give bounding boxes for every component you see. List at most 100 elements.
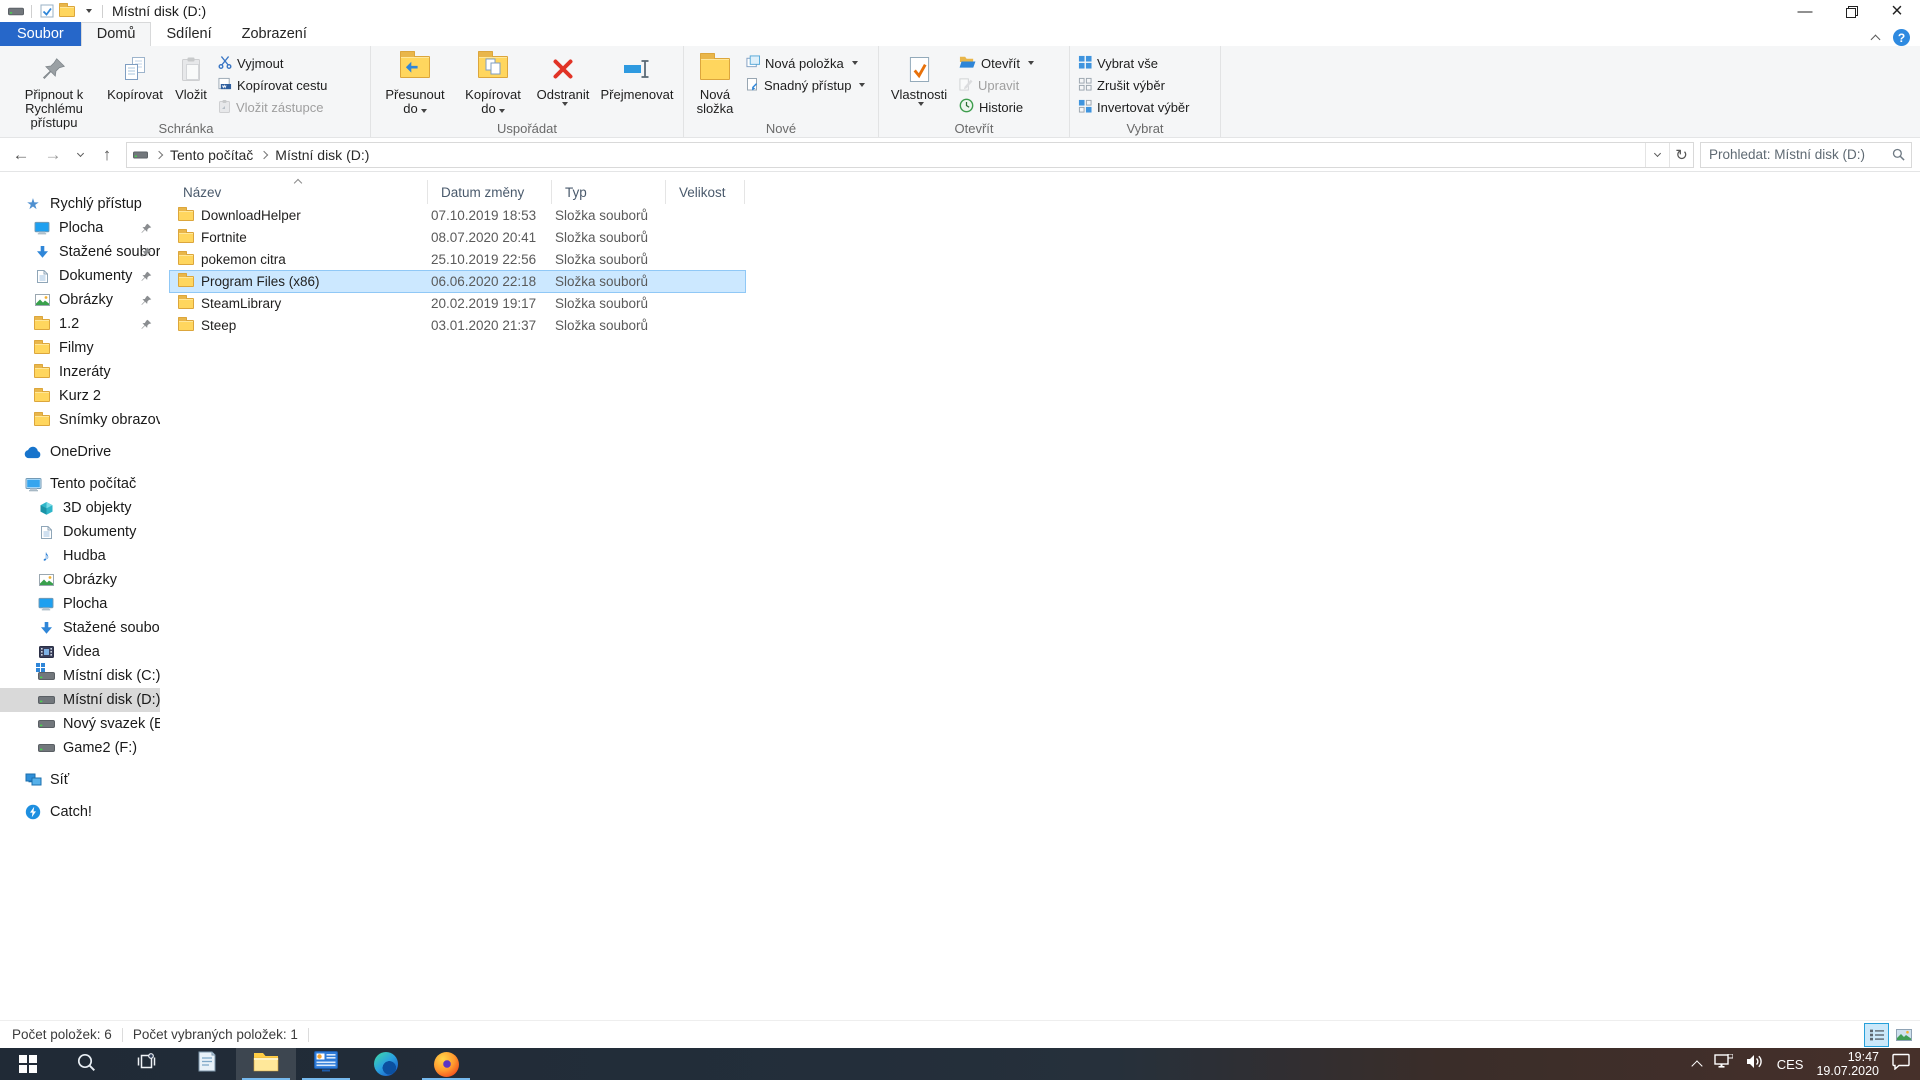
column-header-size[interactable]: Velikost xyxy=(666,180,745,204)
sidebar-item-pc-plocha[interactable]: Plocha xyxy=(0,592,160,616)
sidebar-item-videa[interactable]: Videa xyxy=(0,640,160,664)
copy-button[interactable]: Kopírovat xyxy=(102,48,168,118)
tray-overflow-icon[interactable] xyxy=(1691,1060,1702,1071)
invert-selection-button[interactable]: Invertovat výběr xyxy=(1074,96,1216,118)
sidebar-section-onedrive[interactable]: OneDrive xyxy=(0,440,160,464)
help-icon[interactable]: ? xyxy=(1893,29,1910,46)
task-view-button[interactable] xyxy=(116,1048,176,1080)
search-icon[interactable] xyxy=(1892,148,1905,161)
paste-shortcut-button[interactable]: Vložit zástupce xyxy=(214,96,366,118)
file-row-downloadhelper[interactable]: DownloadHelper 07.10.2019 18:53 Složka s… xyxy=(170,205,745,226)
sidebar-item-pc-stazene[interactable]: Stažené soubory xyxy=(0,616,160,640)
sidebar-item-stazene-soubory[interactable]: Stažené soubory xyxy=(0,240,160,264)
edit-button[interactable]: Upravit xyxy=(955,74,1065,96)
select-all-button[interactable]: Vybrat vše xyxy=(1074,52,1216,74)
history-button[interactable]: Historie xyxy=(955,96,1065,118)
refresh-button[interactable]: ↻ xyxy=(1669,143,1693,167)
move-to-button[interactable]: Přesunout do xyxy=(375,48,455,118)
sidebar-section-catch[interactable]: Catch! xyxy=(0,800,160,824)
pin-icon xyxy=(141,222,152,238)
address-dropdown-button[interactable] xyxy=(1645,143,1669,167)
sidebar-item-1-2[interactable]: 1.2 xyxy=(0,312,160,336)
tab-home[interactable]: Domů xyxy=(81,22,152,46)
firefox-browser-button[interactable] xyxy=(416,1048,476,1080)
column-header-modified[interactable]: Datum změny xyxy=(428,180,552,204)
minimize-ribbon-icon[interactable] xyxy=(1871,34,1881,44)
sidebar-item-disk-c[interactable]: Místní disk (C:) xyxy=(0,664,160,688)
sidebar-item-pc-obrazky[interactable]: Obrázky xyxy=(0,568,160,592)
network-tray-icon[interactable] xyxy=(1714,1054,1733,1074)
start-button[interactable] xyxy=(0,1048,56,1080)
language-indicator[interactable]: CES xyxy=(1777,1057,1804,1072)
cut-button[interactable]: Vyjmout xyxy=(214,52,366,74)
column-header-name[interactable]: Název xyxy=(170,180,428,204)
minimize-button[interactable]: — xyxy=(1782,0,1828,22)
forward-button[interactable]: → xyxy=(40,142,66,168)
breadcrumb-local-disk-d[interactable]: Místní disk (D:) xyxy=(275,147,369,163)
sidebar-item-3d-objekty[interactable]: 3D objekty xyxy=(0,496,160,520)
sidebar-item-hudba[interactable]: ♪ Hudba xyxy=(0,544,160,568)
tab-file[interactable]: Soubor xyxy=(0,22,81,46)
open-button[interactable]: Otevřít xyxy=(955,52,1065,74)
column-header-type[interactable]: Typ xyxy=(552,180,666,204)
new-item-button[interactable]: Nová položka xyxy=(742,52,874,74)
sidebar-section-this-pc[interactable]: Tento počítač xyxy=(0,472,160,496)
properties-button[interactable]: Vlastnosti xyxy=(883,48,955,118)
up-button[interactable]: ↑ xyxy=(94,142,120,168)
details-view-button[interactable] xyxy=(1864,1023,1889,1047)
easy-access-button[interactable]: Snadný přístup xyxy=(742,74,874,96)
sidebar-item-dokumenty[interactable]: Dokumenty xyxy=(0,264,160,288)
notepad-app-button[interactable] xyxy=(176,1048,236,1080)
breadcrumb-this-pc[interactable]: Tento počítač xyxy=(170,147,253,163)
action-center-icon[interactable] xyxy=(1892,1053,1910,1075)
pushpin-icon xyxy=(41,51,67,87)
monitor-app-button[interactable] xyxy=(296,1048,356,1080)
delete-button[interactable]: Odstranit xyxy=(531,48,595,118)
file-explorer-button[interactable] xyxy=(236,1048,296,1080)
sidebar-item-inzeraty[interactable]: Inzeráty xyxy=(0,360,160,384)
ribbon-group-open: Vlastnosti Otevřít Upravit xyxy=(879,46,1070,137)
volume-tray-icon[interactable] xyxy=(1746,1054,1764,1074)
tab-view[interactable]: Zobrazení xyxy=(227,22,322,46)
copy-path-button[interactable]: Kopírovat cestu xyxy=(214,74,366,96)
sidebar-item-pc-dokumenty[interactable]: Dokumenty xyxy=(0,520,160,544)
sidebar-item-plocha[interactable]: Plocha xyxy=(0,216,160,240)
edge-browser-button[interactable] xyxy=(356,1048,416,1080)
copy-to-button[interactable]: Kopírovat do xyxy=(455,48,531,118)
qat-customize-button[interactable] xyxy=(77,1,97,21)
restore-button[interactable] xyxy=(1828,0,1874,22)
sidebar-item-game2-f[interactable]: Game2 (F:) xyxy=(0,736,160,760)
new-folder-icon xyxy=(700,51,730,87)
paste-button[interactable]: Vložit xyxy=(168,48,214,118)
rename-button[interactable]: Přejmenovat xyxy=(595,48,679,118)
sidebar-item-kurz-2[interactable]: Kurz 2 xyxy=(0,384,160,408)
sidebar-item-obrazky[interactable]: Obrázky xyxy=(0,288,160,312)
folder-icon xyxy=(33,391,51,402)
sidebar-item-svazek-e[interactable]: Nový svazek (E:) xyxy=(0,712,160,736)
tab-share[interactable]: Sdílení xyxy=(151,22,226,46)
qat-properties-button[interactable] xyxy=(37,1,57,21)
select-none-button[interactable]: Zrušit výběr xyxy=(1074,74,1216,96)
close-button[interactable]: × xyxy=(1874,0,1920,22)
file-row-steamlibrary[interactable]: SteamLibrary 20.02.2019 19:17 Složka sou… xyxy=(170,293,745,314)
back-button[interactable]: ← xyxy=(8,142,34,168)
large-icons-view-button[interactable] xyxy=(1891,1023,1916,1047)
sidebar-section-network[interactable]: Síť xyxy=(0,768,160,792)
file-row-program-files-x86[interactable]: Program Files (x86) 06.06.2020 22:18 Slo… xyxy=(170,271,745,292)
qat-new-folder-button[interactable] xyxy=(57,1,77,21)
sidebar-section-quick-access[interactable]: ★ Rychlý přístup xyxy=(0,192,160,216)
clock[interactable]: 19:47 19.07.2020 xyxy=(1816,1050,1879,1078)
search-box[interactable] xyxy=(1700,142,1912,168)
file-row-steep[interactable]: Steep 03.01.2020 21:37 Složka souborů xyxy=(170,315,745,336)
sidebar-item-filmy[interactable]: Filmy xyxy=(0,336,160,360)
breadcrumb[interactable]: Tento počítač Místní disk (D:) ↻ xyxy=(126,142,1694,168)
search-input[interactable] xyxy=(1707,146,1892,163)
file-row-pokemon-citra[interactable]: pokemon citra 25.10.2019 22:56 Složka so… xyxy=(170,249,745,270)
sidebar-item-snimky-obrazovky[interactable]: Snímky obrazovky xyxy=(0,408,160,432)
recent-locations-button[interactable] xyxy=(72,142,88,168)
taskbar-search-button[interactable] xyxy=(56,1048,116,1080)
new-folder-button[interactable]: Nová složka xyxy=(688,48,742,118)
pin-to-quick-access-button[interactable]: Připnout k Rychlému přístupu xyxy=(6,48,102,130)
file-row-fortnite[interactable]: Fortnite 08.07.2020 20:41 Složka souborů xyxy=(170,227,745,248)
sidebar-item-disk-d[interactable]: Místní disk (D:) xyxy=(0,688,160,712)
